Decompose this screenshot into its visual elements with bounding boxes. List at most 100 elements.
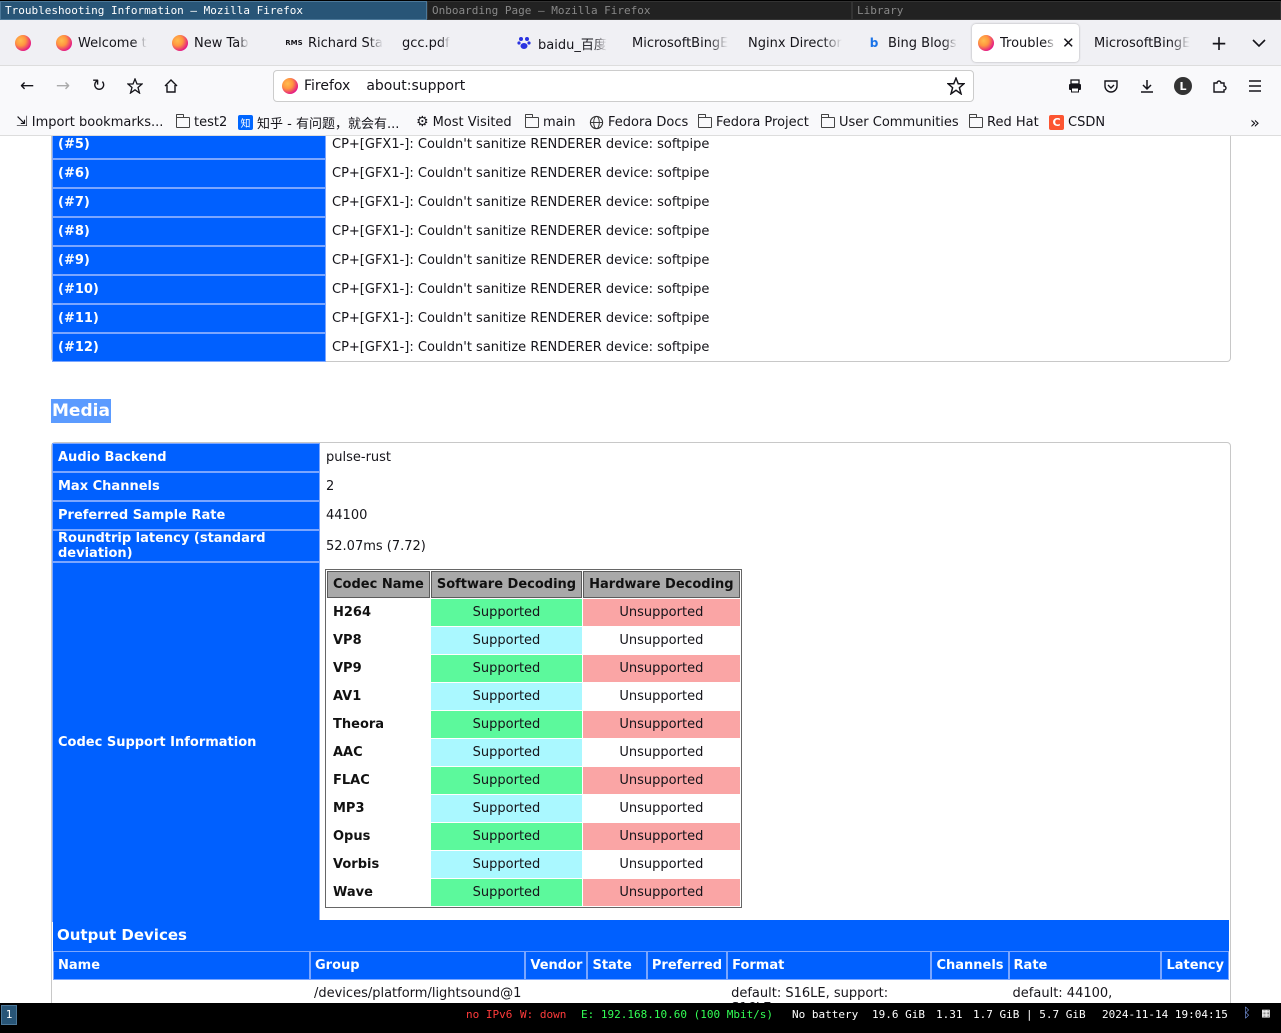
datetime-status: 2024-11-14 19:04:15	[1102, 1008, 1228, 1021]
codec-column-header: Codec Name	[327, 571, 430, 598]
extensions-puzzle-icon[interactable]	[1205, 72, 1233, 100]
bookmark-fedora-project[interactable]: Fedora Project	[697, 112, 809, 132]
table-row: Vorbis Supported Unsupported	[327, 851, 740, 878]
identity-box[interactable]: Firefox	[282, 78, 350, 94]
tab-new-tab[interactable]: New Tab	[172, 24, 272, 62]
tab-richard-stallman[interactable]: RMS Richard Sta	[286, 24, 386, 62]
bookmarks-overflow-chevron-icon[interactable]: »	[1250, 112, 1260, 132]
tab-label: Troubles	[1000, 35, 1054, 51]
gear-icon: ⚙	[416, 114, 429, 130]
bookmark-csdn[interactable]: C CSDN	[1049, 112, 1105, 132]
bookmark-zhihu[interactable]: 知知乎 - 有问题，就会有...	[238, 112, 399, 132]
hardware-decoding-status: Unsupported	[583, 739, 740, 766]
bookmark-main[interactable]: main	[524, 112, 575, 132]
workspace-button[interactable]: 1	[1, 1005, 17, 1025]
bing-icon: b	[869, 36, 879, 50]
bookmark-red-hat[interactable]: Red Hat	[968, 112, 1039, 132]
bookmark-fedora-docs[interactable]: Fedora Docs	[589, 112, 688, 132]
output-device-format: default: S16LE, support: S16LE	[731, 986, 889, 1003]
bookmark-star-icon[interactable]	[121, 72, 149, 100]
table-row: (#8) CP+[GFX1-]: Couldn't sanitize RENDER…	[52, 217, 1230, 246]
reload-icon[interactable]: ↻	[85, 72, 113, 100]
hardware-decoding-status: Unsupported	[583, 627, 740, 654]
table-row: Wave Supported Unsupported	[327, 879, 740, 906]
wm-window-library[interactable]: Library	[852, 1, 1281, 20]
media-value: 44100	[326, 508, 368, 523]
output-column-header: Preferred	[646, 951, 728, 980]
failure-key: (#11)	[52, 304, 326, 333]
load-status: 1.31	[936, 1008, 963, 1021]
tab-label: New Tab	[194, 35, 249, 51]
network-tray-icon[interactable]: ▦	[1262, 1006, 1270, 1021]
bookmark-label: Fedora Project	[716, 114, 809, 130]
failure-message: CP+[GFX1-]: Couldn't sanitize RENDERER d…	[332, 311, 710, 326]
output-devices-title: Output Devices	[53, 920, 1229, 951]
firefox-view-button[interactable]	[6, 24, 40, 62]
navigation-bar: ← → ↻ Firefox about:support L	[0, 66, 1281, 106]
table-row: (#5) CP+[GFX1-]: Couldn't sanitize RENDER…	[52, 136, 1230, 159]
output-column-header: State	[587, 951, 647, 980]
bookmark-test2[interactable]: test2	[175, 112, 227, 132]
failure-message: CP+[GFX1-]: Couldn't sanitize RENDERER d…	[332, 224, 710, 239]
tab-label: MicrosoftBingE	[632, 35, 728, 51]
software-decoding-status: Supported	[430, 599, 583, 626]
account-avatar[interactable]: L	[1169, 72, 1197, 100]
bookmark-import[interactable]: ⇲ Import bookmarks...	[16, 112, 163, 132]
codec-name: MP3	[327, 795, 430, 822]
software-decoding-status: Supported	[430, 711, 583, 738]
new-tab-plus-icon[interactable]: +	[1206, 24, 1232, 62]
url-text[interactable]: about:support	[366, 78, 465, 94]
tab-nginx-directory[interactable]: Nginx Director	[748, 24, 844, 62]
failure-key: (#10)	[52, 275, 326, 304]
wm-window-onboarding[interactable]: Onboarding Page — Mozilla Firefox	[427, 1, 852, 20]
pocket-icon[interactable]	[1097, 72, 1125, 100]
tab-microsoft-bing-2[interactable]: MicrosoftBingE	[1094, 24, 1190, 62]
codec-name: Vorbis	[327, 851, 430, 878]
memory-status: 1.7 GiB | 5.7 GiB	[973, 1008, 1086, 1021]
bluetooth-icon[interactable]: ᛒ	[1243, 1006, 1251, 1021]
firefox-icon	[282, 78, 298, 94]
bookmark-most-visited[interactable]: ⚙ Most Visited	[416, 112, 512, 132]
table-row: (#7) CP+[GFX1-]: Couldn't sanitize RENDER…	[52, 188, 1230, 217]
table-row: (#12) CP+[GFX1-]: Couldn't sanitize RENDE…	[52, 333, 1230, 362]
codec-column-header: Software Decoding	[430, 571, 583, 598]
tab-welcome[interactable]: Welcome t	[56, 24, 156, 62]
bookmark-user-communities[interactable]: User Communities	[820, 112, 959, 132]
media-key: Preferred Sample Rate	[52, 501, 320, 530]
codec-name: VP8	[327, 627, 430, 654]
tab-gcc-pdf[interactable]: gcc.pdf	[402, 24, 502, 62]
codec-table: Codec Name Software Decoding Hardware Deco…	[325, 569, 742, 908]
tab-troubleshooting[interactable]: Troubles ✕	[972, 24, 1079, 62]
folder-icon	[524, 113, 539, 128]
tab-label: Nginx Director	[748, 35, 842, 51]
tab-baidu[interactable]: baidu_百度	[516, 24, 616, 62]
table-row: Audio Backend pulse-rust	[52, 443, 1230, 472]
list-tabs-chevron-icon[interactable]	[1246, 24, 1272, 62]
tab-label: MicrosoftBingE	[1094, 35, 1190, 51]
url-bar[interactable]: Firefox about:support	[273, 70, 974, 102]
star-bookmark-icon[interactable]	[946, 76, 966, 99]
home-icon[interactable]	[157, 72, 185, 100]
downloads-icon[interactable]	[1133, 72, 1161, 100]
codec-column-header: Hardware Decoding	[583, 571, 740, 598]
bookmark-label: User Communities	[839, 114, 959, 130]
output-column-header: Rate	[1008, 951, 1162, 980]
close-tab-icon[interactable]: ✕	[1062, 34, 1075, 52]
hardware-decoding-status: Unsupported	[583, 767, 740, 794]
bookmark-label: Import bookmarks...	[31, 114, 164, 130]
print-icon[interactable]	[1061, 72, 1089, 100]
tab-microsoft-bing-1[interactable]: MicrosoftBingE	[632, 24, 728, 62]
tab-label: Bing Blogs	[888, 35, 957, 51]
wm-window-troubleshooting[interactable]: Troubleshooting Information — Mozilla Fi…	[0, 1, 427, 20]
tab-bing-blogs[interactable]: b Bing Blogs	[866, 24, 962, 62]
codec-name: VP9	[327, 655, 430, 682]
output-device-rate: default: 44100,	[1012, 986, 1113, 1001]
hamburger-menu-icon[interactable]	[1241, 72, 1269, 100]
bookmark-label: Red Hat	[987, 114, 1039, 130]
back-arrow-icon[interactable]: ←	[13, 72, 41, 100]
forward-arrow-icon[interactable]: →	[49, 72, 77, 100]
table-row: Preferred Sample Rate 44100	[52, 501, 1230, 530]
firefox-icon	[172, 35, 188, 51]
rms-icon: RMS	[286, 39, 303, 47]
hardware-decoding-status: Unsupported	[583, 879, 740, 906]
